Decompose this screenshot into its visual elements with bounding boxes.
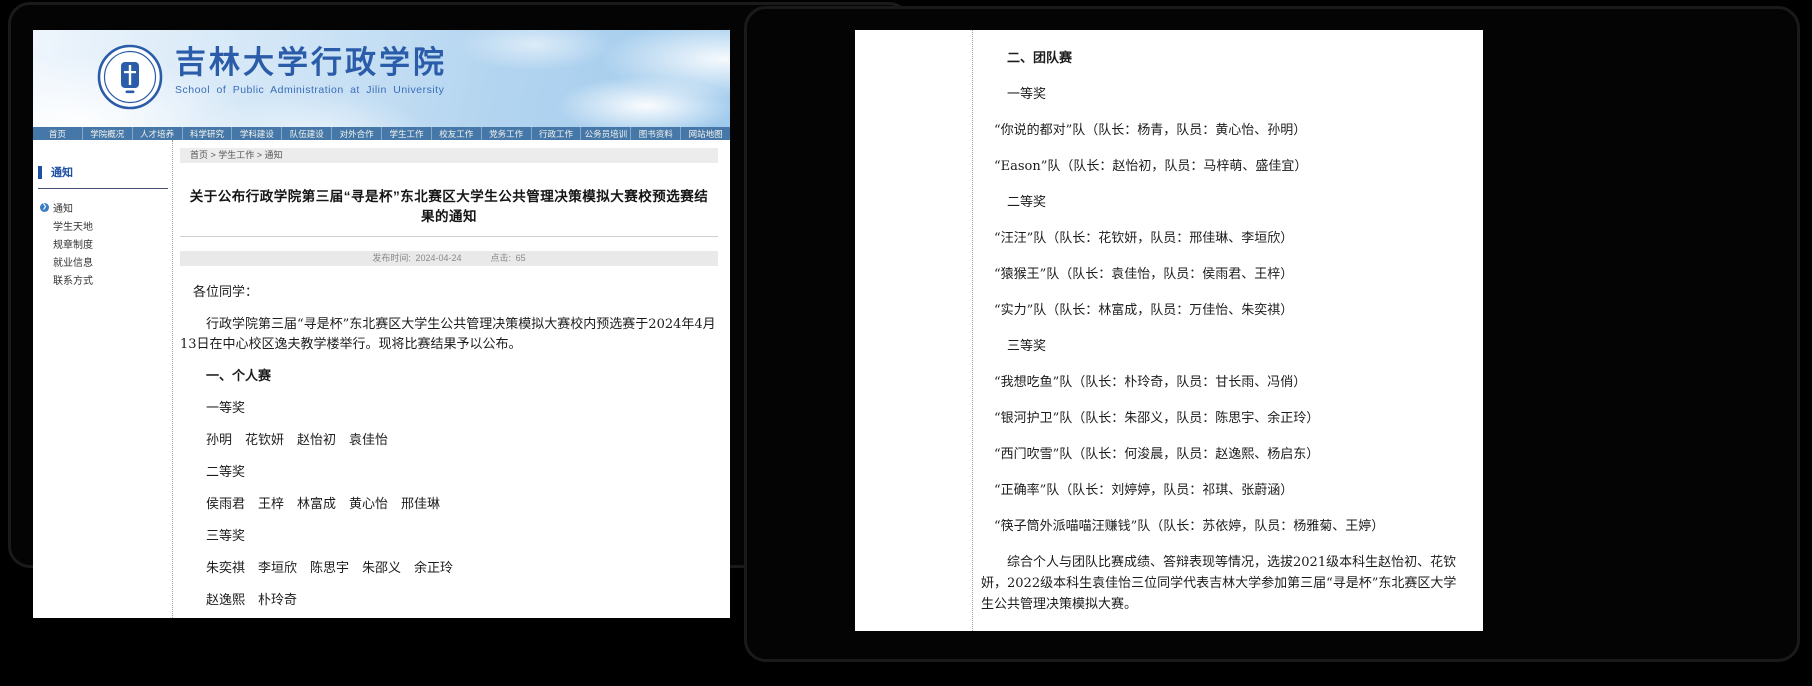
nav-item[interactable]: 行政工作: [531, 127, 581, 140]
nav-item[interactable]: 学院概况: [82, 127, 132, 140]
nav-item[interactable]: 网站地图: [680, 127, 730, 140]
third-prize-label: 三等奖: [206, 527, 718, 547]
article-body-page2: 二、团队赛 一等奖 “你说的都对”队（队长：杨青，队员：黄心怡、孙明） “Easo…: [981, 40, 1469, 615]
first-prize-label: 一等奖: [206, 399, 718, 419]
third-prize-names-line1: 朱奕祺 李垣欣 陈思宇 朱邵义 余正玲: [206, 559, 718, 579]
article-column: 首页 > 学生工作 > 通知 关于公布行政学院第三届“寻是杯”东北赛区大学生公共…: [172, 140, 730, 618]
intro-paragraph: 行政学院第三届“寻是杯”东北赛区大学生公共管理决策模拟大赛校内预选赛于2024年…: [180, 315, 718, 355]
team-third-prize-label: 三等奖: [1007, 336, 1469, 357]
article-meta: 发布时间: 2024-04-24 点击: 65: [180, 251, 718, 266]
team-first-prize-label: 一等奖: [1007, 84, 1469, 105]
sidebar-header: 通知: [38, 164, 166, 180]
webpage-screenshot-top: 吉林大学行政学院 School of Public Administration…: [33, 30, 730, 618]
hits-count: 65: [516, 253, 526, 263]
team-result-line: “实力”队（队长：林富成，队员：万佳怡、朱奕祺）: [994, 300, 1469, 321]
sidebar-divider: [38, 188, 168, 189]
nav-item[interactable]: 学科建设: [231, 127, 281, 140]
school-name-english: School of Public Administration at Jilin…: [175, 84, 447, 96]
sidebar-empty-area: [855, 30, 972, 631]
webpage-screenshot-bottom: 二、团队赛 一等奖 “你说的都对”队（队长：杨青，队员：黄心怡、孙明） “Easo…: [855, 30, 1483, 631]
team-third-prize-list: “我想吃鱼”队（队长：朴玲奇，队员：甘长雨、冯俏） “银河护卫”队（队长：朱邵义，…: [981, 372, 1469, 537]
school-logo: [97, 44, 163, 110]
salutation: 各位同学：: [180, 283, 718, 303]
second-prize-label: 二等奖: [206, 463, 718, 483]
banner-text: 吉林大学行政学院 School of Public Administration…: [175, 46, 447, 96]
article-title: 关于公布行政学院第三届“寻是杯”东北赛区大学生公共管理决策模拟大赛校预选赛结果的…: [184, 185, 714, 225]
second-prize-names: 侯雨君 王梓 林富成 黄心怡 邢佳琳: [206, 495, 718, 515]
team-result-line: “我想吃鱼”队（队长：朴玲奇，队员：甘长雨、冯俏）: [994, 372, 1469, 393]
publish-label: 发布时间:: [372, 253, 411, 263]
nav-item[interactable]: 图书资料: [630, 127, 680, 140]
breadcrumb[interactable]: 首页 > 学生工作 > 通知: [180, 148, 718, 163]
nav-item[interactable]: 学生工作: [381, 127, 431, 140]
third-prize-names-line2: 赵逸熙 朴玲奇: [206, 591, 718, 611]
team-result-line: “Eason”队（队长：赵怡初，队员：马梓萌、盛佳宜）: [994, 156, 1469, 177]
sidebar-item-notice[interactable]: ❯ 通知: [33, 198, 172, 216]
nav-item[interactable]: 队伍建设: [281, 127, 331, 140]
nav-item[interactable]: 对外合作: [331, 127, 381, 140]
sidebar-item-contact[interactable]: 联系方式: [33, 270, 172, 288]
first-prize-names: 孙明 花钦妍 赵怡初 袁佳怡: [206, 431, 718, 451]
title-divider: [180, 236, 718, 237]
team-result-line: “你说的都对”队（队长：杨青，队员：黄心怡、孙明）: [994, 120, 1469, 141]
nav-item[interactable]: 科学研究: [182, 127, 232, 140]
main-nav: 首页学院概况人才培养科学研究学科建设队伍建设对外合作学生工作校友工作党务工作行政…: [33, 127, 730, 140]
publish-date: 2024-04-24: [415, 253, 461, 263]
nav-item[interactable]: 校友工作: [431, 127, 481, 140]
team-result-line: “汪汪”队（队长：花钦妍，队员：邢佳琳、李垣欣）: [994, 228, 1469, 249]
team-result-line: “猿猴王”队（队长：袁佳怡，队员：侯雨君、王梓）: [994, 264, 1469, 285]
article-column-continued: 二、团队赛 一等奖 “你说的都对”队（队长：杨青，队员：黄心怡、孙明） “Easo…: [972, 30, 1483, 631]
sidebar-accent-bar: [38, 166, 42, 179]
sidebar-menu: ❯ 通知 学生天地 规章制度 就业信息 联系方式: [33, 198, 172, 288]
sidebar-title: 通知: [51, 164, 73, 180]
team-second-prize-label: 二等奖: [1007, 192, 1469, 213]
sidebar: 通知 ❯ 通知 学生天地 规章制度 就业信息 联系方式: [33, 140, 172, 618]
sidebar-item-student-world[interactable]: 学生天地: [33, 216, 172, 234]
nav-item[interactable]: 首页: [33, 127, 82, 140]
team-second-prize-list: “汪汪”队（队长：花钦妍，队员：邢佳琳、李垣欣） “猿猴王”队（队长：袁佳怡，队员…: [981, 228, 1469, 321]
sidebar-item-rules[interactable]: 规章制度: [33, 234, 172, 252]
section-heading-individual: 一、个人赛: [206, 367, 718, 387]
sidebar-item-label: 通知: [53, 200, 73, 215]
team-result-line: “正确率”队（队长：刘婷婷，队员：祁琪、张蔚涵）: [994, 480, 1469, 501]
hits-label: 点击:: [491, 253, 512, 263]
section-heading-team: 二、团队赛: [1007, 48, 1469, 69]
nav-item[interactable]: 公务员培训: [580, 127, 630, 140]
content-area: 通知 ❯ 通知 学生天地 规章制度 就业信息 联系方式 首页 > 学生工作 > …: [33, 140, 730, 618]
school-name: 吉林大学行政学院: [175, 46, 447, 80]
team-result-line: “银河护卫”队（队长：朱邵义，队员：陈思宇、余正玲）: [994, 408, 1469, 429]
content-area-continued: 二、团队赛 一等奖 “你说的都对”队（队长：杨青，队员：黄心怡、孙明） “Easo…: [855, 30, 1483, 631]
team-result-line: “筷子筒外派喵喵汪赚钱”队（队长：苏依婷，队员：杨雅菊、王婷）: [994, 516, 1469, 537]
team-first-prize-list: “你说的都对”队（队长：杨青，队员：黄心怡、孙明） “Eason”队（队长：赵怡初…: [981, 120, 1469, 177]
closing-paragraph: 综合个人与团队比赛成绩、答辩表现等情况，选拔2021级本科生赵怡初、花钦妍，20…: [981, 552, 1469, 615]
nav-item[interactable]: 人才培养: [132, 127, 182, 140]
team-result-line: “西门吹雪”队（队长：何浚晨，队员：赵逸熙、杨启东）: [994, 444, 1469, 465]
article-body-page1: 各位同学： 行政学院第三届“寻是杯”东北赛区大学生公共管理决策模拟大赛校内预选赛…: [180, 283, 718, 611]
arrow-bullet-icon: ❯: [40, 203, 49, 212]
sidebar-item-jobs[interactable]: 就业信息: [33, 252, 172, 270]
nav-item[interactable]: 党务工作: [481, 127, 531, 140]
site-banner: 吉林大学行政学院 School of Public Administration…: [33, 30, 730, 127]
